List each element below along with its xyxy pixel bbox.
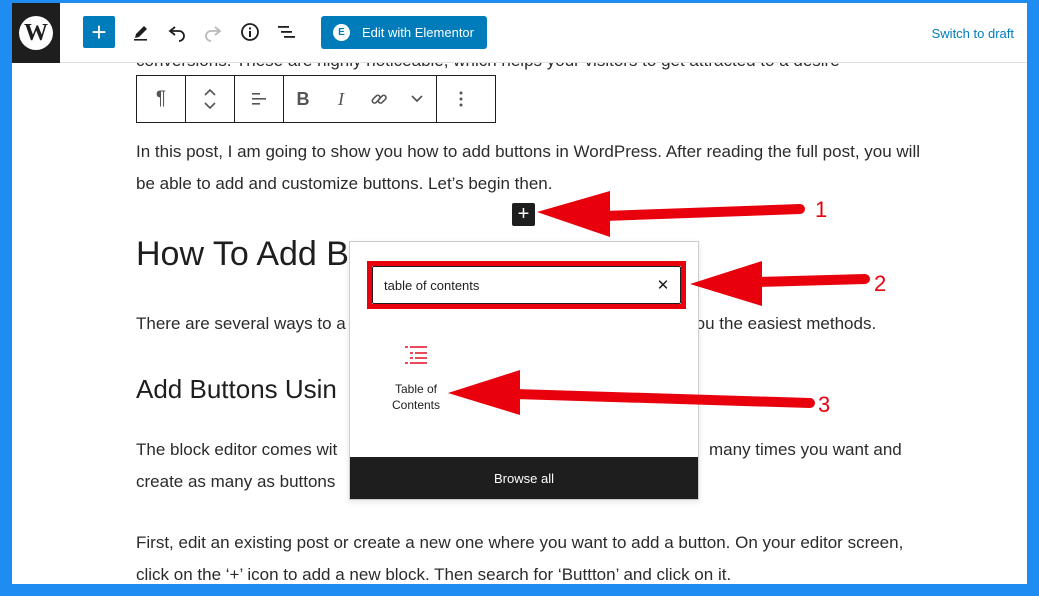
callout-number: 2 — [874, 271, 887, 296]
wordpress-logo-button[interactable]: W — [12, 3, 60, 63]
bold-button[interactable]: B — [284, 76, 322, 122]
block-inserter-popover: ✕ Table of Contents Browse all — [349, 241, 699, 500]
more-vertical-icon — [459, 91, 463, 107]
block-options-button[interactable] — [437, 76, 485, 122]
undo-icon — [168, 26, 185, 42]
link-icon — [371, 94, 387, 104]
paragraph-intro[interactable]: In this post, I am going to show you how… — [136, 136, 926, 200]
table-of-contents-label: Table of Contents — [391, 382, 441, 412]
heading-add-buttons[interactable]: Add Buttons Usin — [136, 374, 337, 405]
bold-icon: B — [296, 88, 310, 109]
align-button[interactable] — [235, 76, 283, 122]
paragraph-block-type-button[interactable]: ¶ — [137, 76, 185, 122]
heading-how-to-add[interactable]: How To Add B — [136, 235, 349, 274]
move-up-down-icon — [204, 88, 216, 110]
editor-top-toolbar: W + E Edit with Elementor Switch to draf… — [12, 3, 1027, 63]
list-view-button[interactable] — [270, 16, 302, 48]
callout-number: 1 — [815, 197, 828, 222]
italic-icon: I — [338, 88, 344, 109]
table-of-contents-icon — [405, 346, 427, 364]
elementor-icon: E — [333, 24, 350, 41]
redo-button[interactable] — [197, 16, 229, 48]
close-icon: ✕ — [656, 277, 670, 294]
clear-search-button[interactable]: ✕ — [653, 275, 673, 295]
edit-with-elementor-label: Edit with Elementor — [362, 25, 474, 40]
paragraph-text-left: The block editor comes wit — [136, 440, 338, 459]
redo-icon — [205, 26, 222, 42]
wordpress-logo-icon: W — [19, 16, 53, 50]
list-view-icon — [278, 26, 295, 38]
tools-button[interactable] — [125, 16, 157, 48]
link-button[interactable] — [360, 76, 398, 122]
paragraph-text-right: g you the easiest methods. — [673, 314, 877, 333]
move-block-button[interactable] — [186, 76, 234, 122]
browse-all-button[interactable]: Browse all — [350, 457, 698, 499]
align-left-icon — [252, 93, 266, 105]
callout-number: 3 — [818, 392, 831, 417]
paragraph-text-left: There are several ways to a — [136, 314, 346, 333]
pencil-icon — [134, 26, 147, 41]
paragraph-text-right: many times you want and — [709, 440, 902, 459]
add-block-button[interactable]: + — [83, 16, 115, 48]
table-of-contents-block-result[interactable]: Table of Contents — [378, 344, 454, 424]
info-icon — [241, 23, 259, 41]
edit-with-elementor-button[interactable]: E Edit with Elementor — [321, 16, 487, 49]
undo-button[interactable] — [161, 16, 193, 48]
details-button[interactable] — [234, 16, 266, 48]
paragraph-icon: ¶ — [155, 88, 167, 109]
switch-to-draft-link[interactable]: Switch to draft — [932, 26, 1014, 41]
block-search-input[interactable] — [372, 266, 681, 304]
block-toolbar: ¶ B I — [136, 75, 496, 123]
italic-button[interactable]: I — [322, 76, 360, 122]
paragraph-first-edit[interactable]: First, edit an existing post or create a… — [136, 527, 926, 584]
chevron-down-icon — [411, 95, 423, 103]
paragraph-text-left: create as many as buttons — [136, 472, 336, 491]
inline-inserter-button[interactable]: + — [512, 203, 535, 226]
more-formatting-button[interactable] — [398, 76, 436, 122]
